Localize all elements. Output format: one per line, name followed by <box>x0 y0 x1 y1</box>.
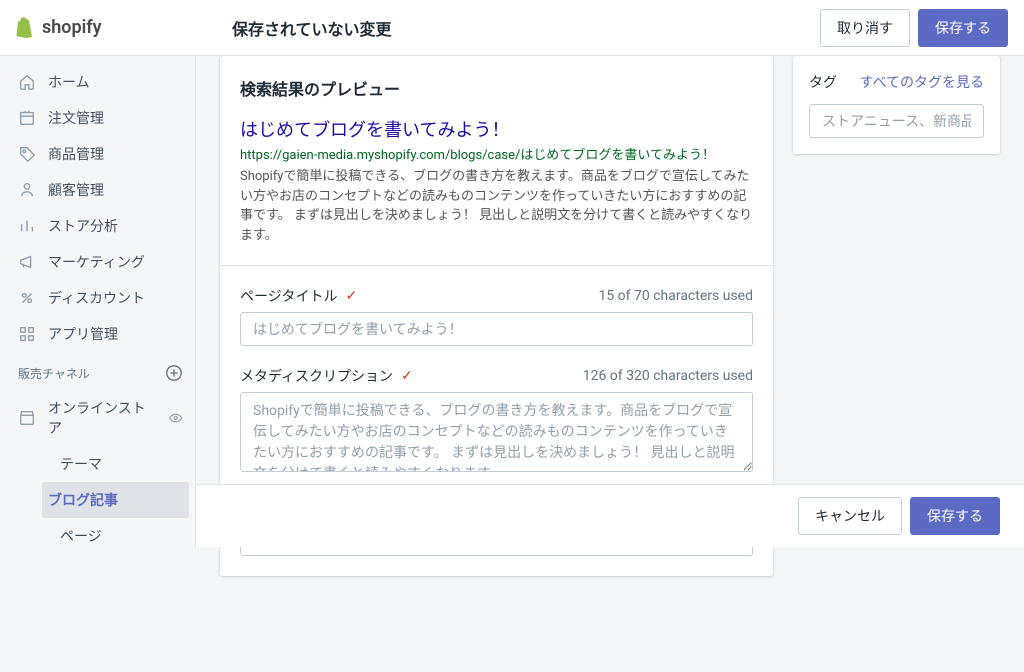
subnav-pages[interactable]: ページ <box>48 518 195 547</box>
nav-orders[interactable]: 注文管理 <box>0 100 195 136</box>
store-icon <box>18 409 36 427</box>
online-store-subnav: テーマ <box>0 446 195 482</box>
page-title-label: ページタイトル <box>240 286 337 306</box>
nav-label: アプリ管理 <box>48 324 118 344</box>
meta-description-label: メタディスクリプション <box>240 366 393 386</box>
products-icon <box>18 145 36 163</box>
meta-description-input[interactable] <box>240 392 753 472</box>
main-content: 検索結果のプレビュー はじめてブログを書いてみよう！ https://gaien… <box>196 56 1024 672</box>
page-unsaved-title: 保存されていない変更 <box>232 16 392 40</box>
add-channel-icon[interactable] <box>165 364 183 382</box>
page-title-input[interactable] <box>240 312 753 346</box>
online-store-subnav2: ページ メニュー ドメイン 各種設定 <box>0 518 195 547</box>
home-icon <box>18 73 36 91</box>
nav-online-store[interactable]: オンラインストア <box>0 390 195 446</box>
discounts-icon <box>18 289 36 307</box>
logo-text: shopify <box>42 17 102 38</box>
subnav-blog-posts[interactable]: ブログ記事 <box>42 482 189 518</box>
nav-products[interactable]: 商品管理 <box>0 136 195 172</box>
page-title-group: ページタイトル ✓ 15 of 70 characters used <box>240 286 753 346</box>
marketing-icon <box>18 253 36 271</box>
side-column: タグ すべてのタグを見る <box>793 56 1000 154</box>
save-button-bottom[interactable]: 保存する <box>910 497 1000 535</box>
nav-analytics[interactable]: ストア分析 <box>0 208 195 244</box>
nav-label: 注文管理 <box>48 108 104 128</box>
check-icon: ✓ <box>401 368 413 384</box>
cancel-button[interactable]: キャンセル <box>798 497 902 535</box>
tags-label: タグ <box>809 72 837 92</box>
check-icon: ✓ <box>345 288 357 304</box>
analytics-icon <box>18 217 36 235</box>
shopify-logo-icon <box>16 17 36 39</box>
nav-home[interactable]: ホーム <box>0 64 195 100</box>
nav-customers[interactable]: 顧客管理 <box>0 172 195 208</box>
apps-icon <box>18 325 36 343</box>
undo-button[interactable]: 取り消す <box>820 9 910 47</box>
nav-label: オンラインストア <box>48 398 156 438</box>
page-title-char-count: 15 of 70 characters used <box>598 288 753 304</box>
orders-icon <box>18 109 36 127</box>
seo-preview-url: https://gaien-media.myshopify.com/blogs/… <box>240 144 753 163</box>
tags-input[interactable] <box>809 104 984 138</box>
nav-label: ディスカウント <box>48 288 145 308</box>
meta-char-count: 126 of 320 characters used <box>583 368 753 384</box>
nav-marketing[interactable]: マーケティング <box>0 244 195 280</box>
nav-label: ホーム <box>48 72 90 92</box>
view-store-icon[interactable] <box>168 410 183 426</box>
logo[interactable]: shopify <box>16 17 196 39</box>
seo-section-title: 検索結果のプレビュー <box>240 76 753 100</box>
subnav-themes[interactable]: テーマ <box>48 446 195 482</box>
top-bar: shopify 保存されていない変更 取り消す 保存する <box>0 0 1024 56</box>
nav-apps[interactable]: アプリ管理 <box>0 316 195 352</box>
sidebar: ホーム 注文管理 商品管理 顧客管理 ストア分析 マーケティング ディスカウント… <box>0 56 196 547</box>
seo-preview-description: Shopifyで簡単に投稿できる、ブログの書き方を教えます。商品をブログで宣伝し… <box>240 167 753 245</box>
tags-card: タグ すべてのタグを見る <box>793 56 1000 154</box>
customers-icon <box>18 181 36 199</box>
seo-preview-title: はじめてブログを書いてみよう！ <box>240 116 753 142</box>
nav-discounts[interactable]: ディスカウント <box>0 280 195 316</box>
bottom-bar: キャンセル 保存する <box>196 484 1024 547</box>
view-all-tags-link[interactable]: すべてのタグを見る <box>860 72 984 92</box>
nav-label: マーケティング <box>48 252 145 272</box>
top-actions: 取り消す 保存する <box>820 9 1008 47</box>
save-button-top[interactable]: 保存する <box>918 9 1008 47</box>
nav-label: 顧客管理 <box>48 180 104 200</box>
meta-description-group: メタディスクリプション ✓ 126 of 320 characters used <box>240 366 753 476</box>
channels-header: 販売チャネル <box>0 352 195 390</box>
nav-label: 商品管理 <box>48 144 104 164</box>
nav-label: ストア分析 <box>48 216 118 236</box>
